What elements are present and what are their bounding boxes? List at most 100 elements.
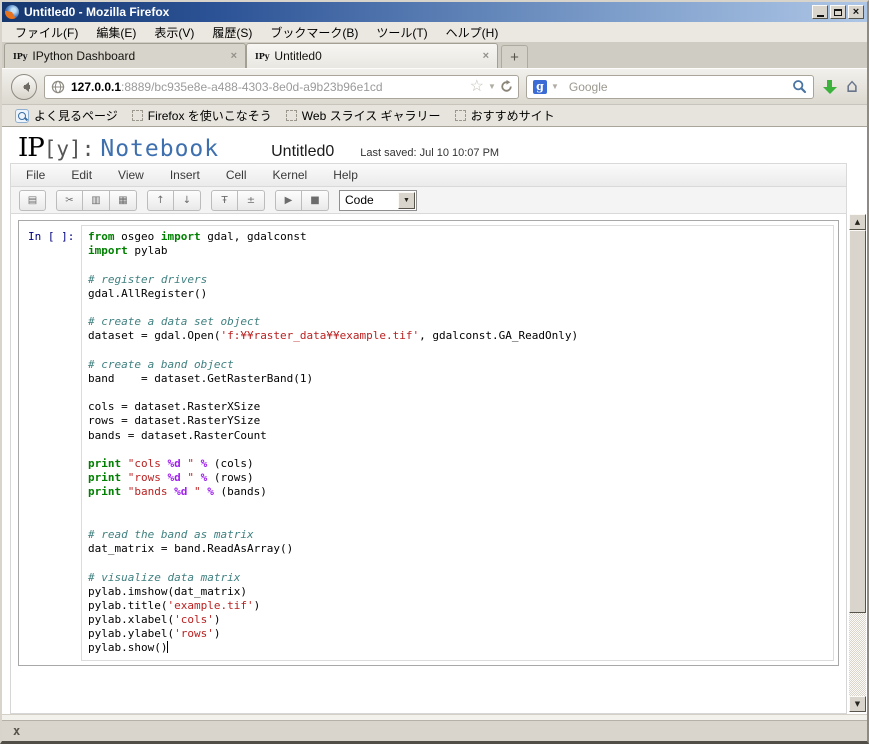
tab-close-icon[interactable]: × bbox=[231, 50, 237, 62]
code-line: dataset = gdal.Open('f:¥¥raster_data¥¥ex… bbox=[88, 329, 827, 343]
notebook-menu-kernel[interactable]: Kernel bbox=[260, 168, 321, 182]
copy-icon: ▥ bbox=[91, 195, 100, 206]
maximize-button[interactable] bbox=[830, 5, 846, 19]
toolbar-group: ▤ bbox=[19, 190, 46, 211]
toolbar-group: ✂ ▥ ▦ bbox=[56, 190, 137, 211]
bookmark-label: Web スライス ギャラリー bbox=[302, 107, 441, 124]
minimize-button[interactable] bbox=[812, 5, 828, 19]
url-dropdown-icon[interactable]: ▼ bbox=[488, 82, 496, 91]
browser-menu-item[interactable]: ツール(T) bbox=[367, 24, 436, 41]
browser-menu-item[interactable]: 表示(V) bbox=[145, 24, 203, 41]
code-editor[interactable]: from osgeo import gdal, gdalconstimport … bbox=[81, 225, 834, 661]
code-line: cols = dataset.RasterXSize bbox=[88, 400, 827, 414]
minimize-icon bbox=[817, 15, 824, 17]
browser-menu-item[interactable]: 履歴(S) bbox=[203, 24, 261, 41]
insert-above-icon: Ŧ bbox=[221, 195, 227, 206]
back-button[interactable] bbox=[11, 74, 37, 100]
bookmark-star-icon[interactable]: ☆ bbox=[470, 79, 484, 95]
close-button[interactable]: × bbox=[848, 5, 864, 19]
tab-label: IPython Dashboard bbox=[32, 49, 224, 63]
cut-button[interactable]: ✂ bbox=[56, 190, 83, 211]
browser-menu-item[interactable]: ヘルプ(H) bbox=[437, 24, 508, 41]
scroll-down-icon[interactable]: ▼ bbox=[849, 696, 866, 712]
copy-button[interactable]: ▥ bbox=[83, 190, 110, 211]
addon-bar: x bbox=[2, 721, 867, 741]
ipython-favicon: IPy bbox=[13, 51, 27, 61]
bookmark-placeholder-icon bbox=[455, 110, 466, 121]
save-button[interactable]: ▤ bbox=[19, 190, 46, 211]
insert-below-button[interactable]: ± bbox=[238, 190, 265, 211]
code-cell[interactable]: In [ ]: from osgeo import gdal, gdalcons… bbox=[18, 220, 839, 666]
title-bar[interactable]: Untitled0 - Mozilla Firefox × bbox=[2, 2, 867, 22]
notebook-title[interactable]: Untitled0 bbox=[271, 143, 334, 161]
back-arrow-icon bbox=[18, 82, 31, 92]
bookmark-item[interactable]: よく見るページ bbox=[8, 107, 125, 124]
code-line: pylab.ylabel('rows') bbox=[88, 627, 827, 641]
move-down-button[interactable]: ↓ bbox=[174, 190, 201, 211]
move-down-icon: ↓ bbox=[183, 195, 191, 206]
save-icon: ▤ bbox=[28, 195, 37, 206]
search-engine-dropdown-icon[interactable]: ▼ bbox=[551, 82, 559, 91]
cut-icon: ✂ bbox=[65, 195, 73, 206]
bookmark-placeholder-icon bbox=[286, 110, 297, 121]
code-line: pylab.imshow(dat_matrix) bbox=[88, 585, 827, 599]
url-text[interactable]: 127.0.0.1:8889/bc935e8e-a488-4303-8e0d-a… bbox=[71, 80, 470, 94]
tab-close-icon[interactable]: × bbox=[483, 50, 489, 62]
ipython-logo[interactable]: IP bbox=[18, 133, 44, 163]
code-line bbox=[88, 500, 827, 514]
notebook-menu-file[interactable]: File bbox=[13, 168, 58, 182]
notebook-menu-edit[interactable]: Edit bbox=[58, 168, 105, 182]
search-bar[interactable]: g ▼ Google bbox=[526, 75, 814, 99]
browser-menubar: ファイル(F)編集(E)表示(V)履歴(S)ブックマーク(B)ツール(T)ヘルプ… bbox=[2, 22, 867, 42]
bookmark-item[interactable]: Firefox を使いこなそう bbox=[125, 107, 279, 124]
scroll-up-icon[interactable]: ▲ bbox=[849, 214, 866, 230]
code-line: import pylab bbox=[88, 244, 827, 258]
vertical-scrollbar[interactable]: ▲ ▼ bbox=[849, 214, 866, 712]
addon-bar-close-icon[interactable]: x bbox=[13, 724, 20, 738]
toolbar-group: Ŧ± bbox=[211, 190, 265, 211]
tab-untitled0[interactable]: IPy Untitled0 × bbox=[246, 43, 498, 68]
navigation-bar: 127.0.0.1:8889/bc935e8e-a488-4303-8e0d-a… bbox=[2, 68, 867, 104]
new-tab-button[interactable]: + bbox=[501, 45, 528, 68]
most-visited-icon bbox=[15, 109, 29, 123]
home-button[interactable]: ⌂ bbox=[846, 77, 858, 96]
code-line bbox=[88, 443, 827, 457]
notebook-menu-view[interactable]: View bbox=[105, 168, 157, 182]
insert-above-button[interactable]: Ŧ bbox=[211, 190, 238, 211]
code-line: print "rows %d " % (rows) bbox=[88, 471, 827, 485]
cell-type-select[interactable]: Code ▼ bbox=[339, 190, 417, 211]
tab-ipython-dashboard[interactable]: IPy IPython Dashboard × bbox=[4, 43, 246, 68]
scrollbar-thumb[interactable] bbox=[849, 230, 866, 613]
code-line bbox=[88, 258, 827, 272]
reload-icon[interactable] bbox=[500, 80, 513, 93]
move-up-icon: ↑ bbox=[156, 195, 164, 206]
text-cursor bbox=[167, 641, 168, 653]
paste-button[interactable]: ▦ bbox=[110, 190, 137, 211]
interrupt-kernel-button[interactable]: ■ bbox=[302, 190, 329, 211]
code-line: gdal.AllRegister() bbox=[88, 287, 827, 301]
code-line: from osgeo import gdal, gdalconst bbox=[88, 230, 827, 244]
code-line: print "bands %d " % (bands) bbox=[88, 485, 827, 499]
url-bar[interactable]: 127.0.0.1:8889/bc935e8e-a488-4303-8e0d-a… bbox=[44, 75, 519, 99]
interrupt-kernel-icon: ■ bbox=[310, 195, 319, 206]
run-cell-button[interactable]: ▶ bbox=[275, 190, 302, 211]
bookmark-item[interactable]: Web スライス ギャラリー bbox=[279, 107, 448, 124]
downloads-button[interactable] bbox=[821, 78, 839, 96]
move-up-button[interactable]: ↑ bbox=[147, 190, 174, 211]
download-icon bbox=[827, 80, 832, 87]
browser-menu-item[interactable]: ブックマーク(B) bbox=[261, 24, 367, 41]
notebook-menu-help[interactable]: Help bbox=[320, 168, 371, 182]
window-title: Untitled0 - Mozilla Firefox bbox=[24, 5, 169, 19]
search-input[interactable]: Google bbox=[569, 80, 792, 94]
bookmark-item[interactable]: おすすめサイト bbox=[448, 107, 562, 124]
code-line bbox=[88, 386, 827, 400]
code-line bbox=[88, 514, 827, 528]
code-line bbox=[88, 344, 827, 358]
search-icon[interactable] bbox=[792, 79, 807, 94]
notebook-menu-cell[interactable]: Cell bbox=[213, 168, 260, 182]
browser-menu-item[interactable]: ファイル(F) bbox=[6, 24, 87, 41]
select-dropdown-icon[interactable]: ▼ bbox=[398, 192, 415, 209]
browser-menu-item[interactable]: 編集(E) bbox=[87, 24, 145, 41]
notebook-header: IP [y]: Notebook Untitled0 Last saved: J… bbox=[2, 127, 867, 163]
notebook-menu-insert[interactable]: Insert bbox=[157, 168, 213, 182]
